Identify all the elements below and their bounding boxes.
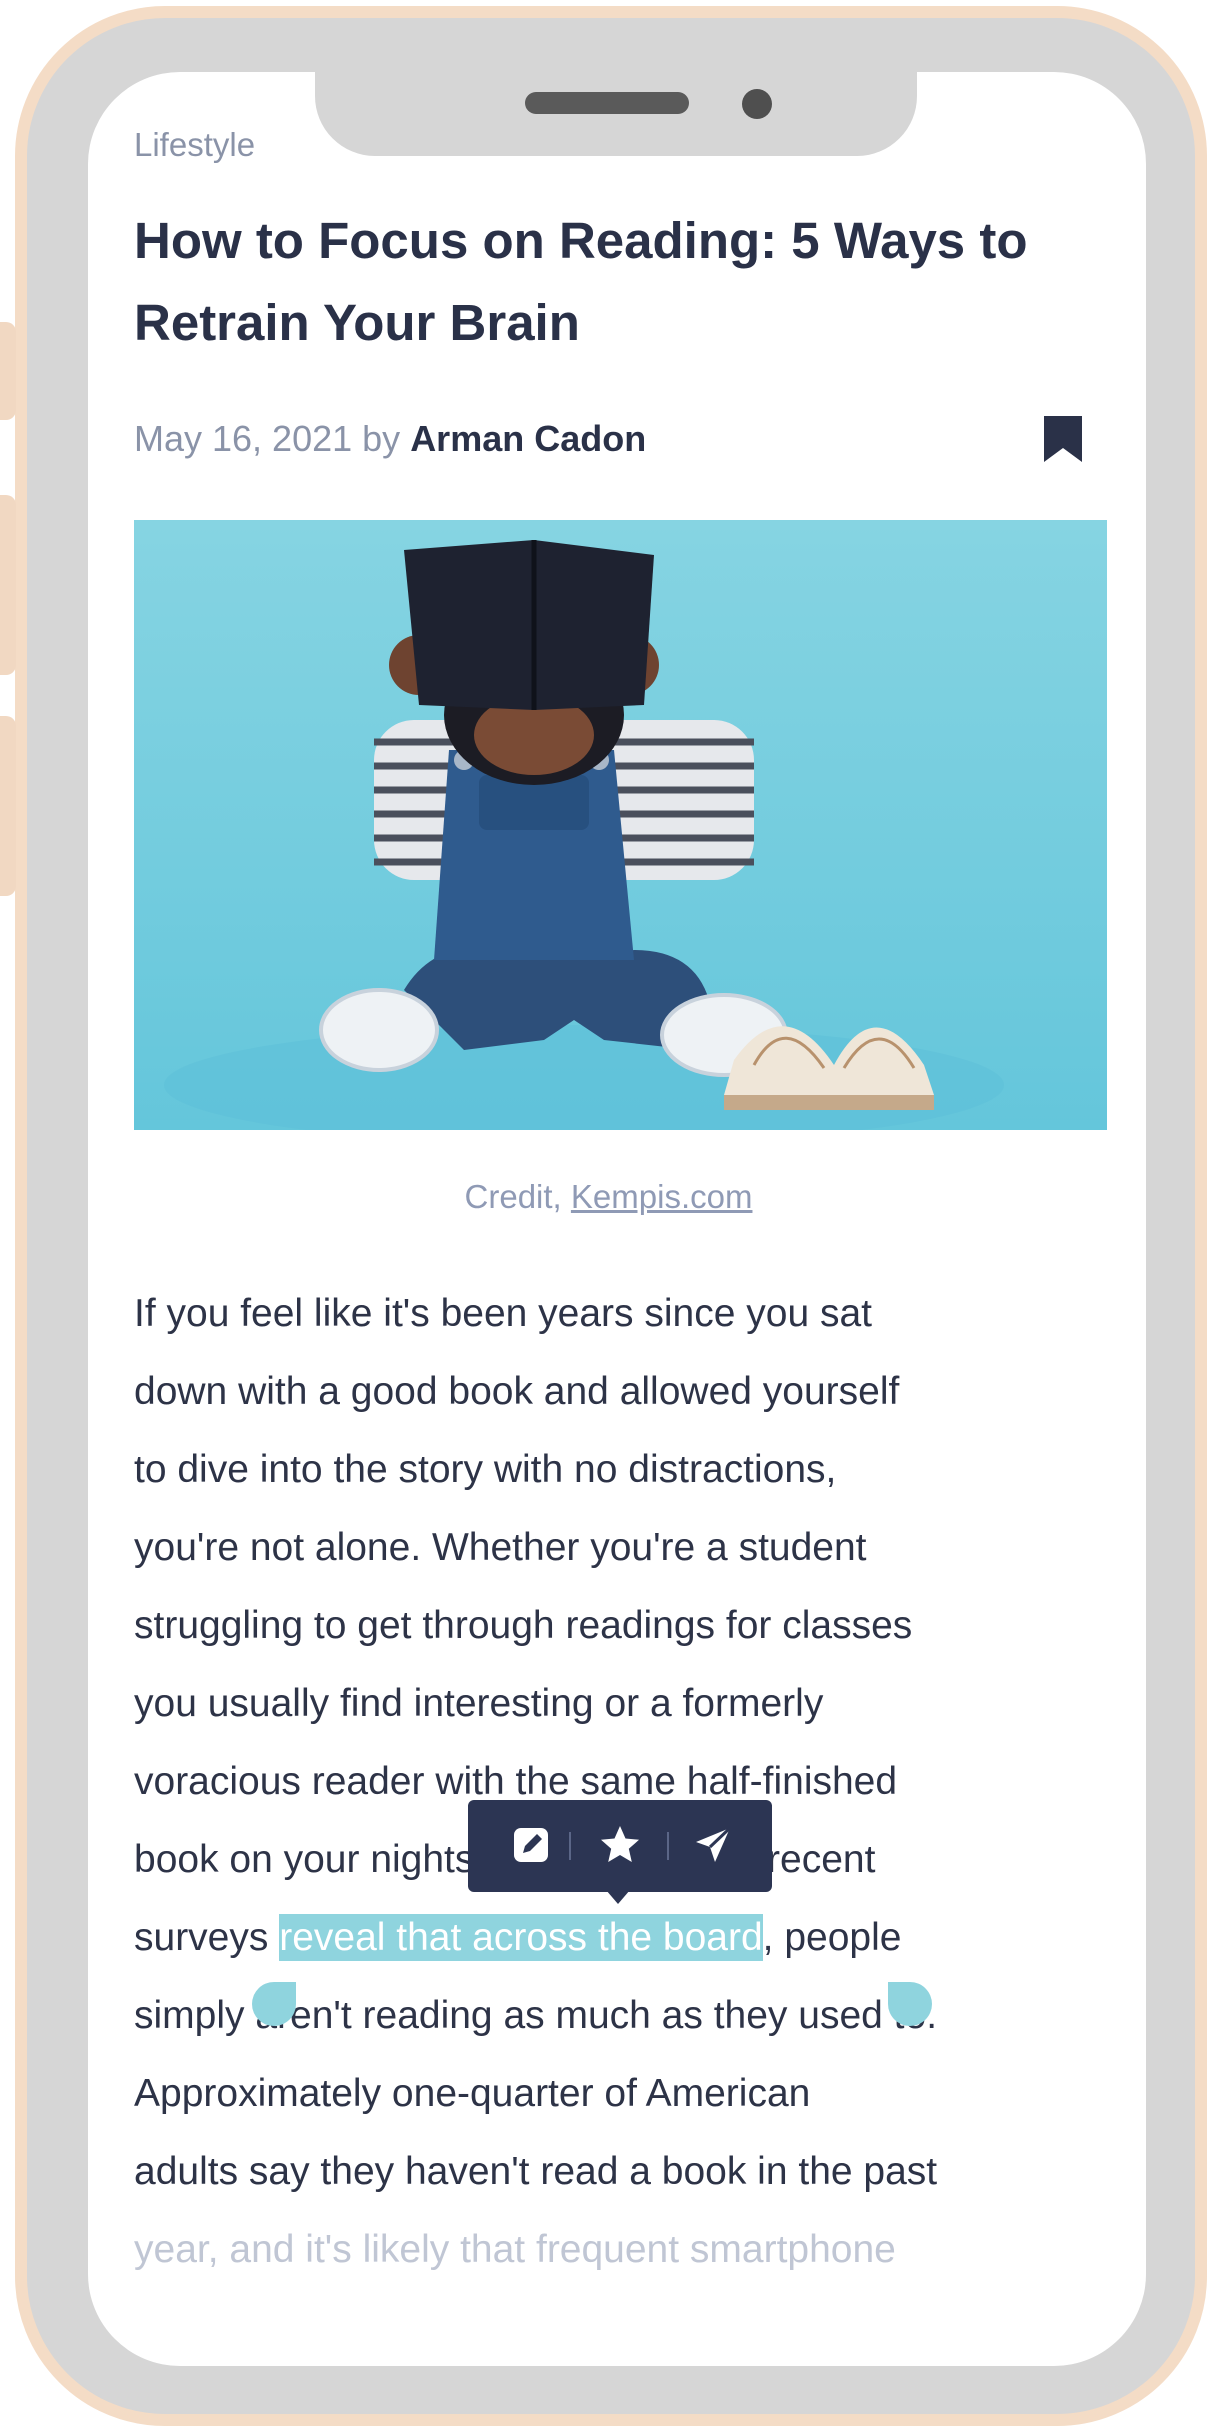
speaker-grille [525, 92, 689, 114]
phone-side-button [0, 322, 16, 420]
caption-source-link[interactable]: Kempis.com [571, 1178, 753, 1215]
article-body[interactable]: If you feel like it's been years since y… [134, 1275, 1109, 2289]
front-camera [742, 89, 772, 119]
selected-text-highlight[interactable]: reveal that across the board [279, 1914, 763, 1961]
selection-toolbar [468, 1800, 772, 1892]
toolbar-divider [667, 1832, 669, 1860]
caption-prefix: Credit, [464, 1178, 562, 1215]
toolbar-divider [569, 1832, 571, 1860]
star-icon[interactable] [597, 1822, 643, 1868]
selection-end-handle[interactable] [888, 1982, 932, 2026]
article-title: How to Focus on Reading: 5 Ways to Retra… [134, 212, 1028, 351]
body-line: you're not alone. Whether you're a stude… [134, 1526, 867, 1569]
selected-body-line: surveys reveal that across the board, pe… [134, 1899, 1109, 1977]
text-before-selection: surveys [134, 1916, 269, 1959]
article-author[interactable]: Arman Cadon [410, 418, 646, 459]
body-line: struggling to get through readings for c… [134, 1604, 913, 1647]
send-icon[interactable] [690, 1822, 736, 1868]
selection-start-handle[interactable] [252, 1982, 296, 2026]
edit-icon[interactable] [508, 1822, 554, 1868]
image-caption: Credit, Kempis.com [0, 1178, 1217, 1216]
phone-volume-up-button [0, 495, 16, 675]
body-line: down with a good book and allowed yourse… [134, 1370, 900, 1413]
phone-notch [315, 66, 917, 156]
article-meta: May 16, 2021 by Arman Cadon [134, 418, 646, 460]
phone-volume-down-button [0, 716, 16, 896]
body-line: adults say they haven't read a book in t… [134, 2150, 938, 2193]
body-line: you usually find interesting or a former… [134, 1682, 824, 1725]
body-line-faded: year, and it's likely that frequent smar… [134, 2228, 896, 2271]
body-line: to dive into the story with no distracti… [134, 1448, 837, 1491]
body-line: If you feel like it's been years since y… [134, 1292, 872, 1335]
text-after-selection: , people [762, 1916, 902, 1959]
bookmark-icon[interactable] [1040, 412, 1086, 466]
toolbar-pointer [606, 1890, 630, 1904]
article-date: May 16, 2021 by [134, 418, 401, 459]
body-line: Approximately one-quarter of American [134, 2072, 811, 2115]
article-hero-image [134, 520, 1107, 1130]
article-category[interactable]: Lifestyle [134, 126, 255, 164]
